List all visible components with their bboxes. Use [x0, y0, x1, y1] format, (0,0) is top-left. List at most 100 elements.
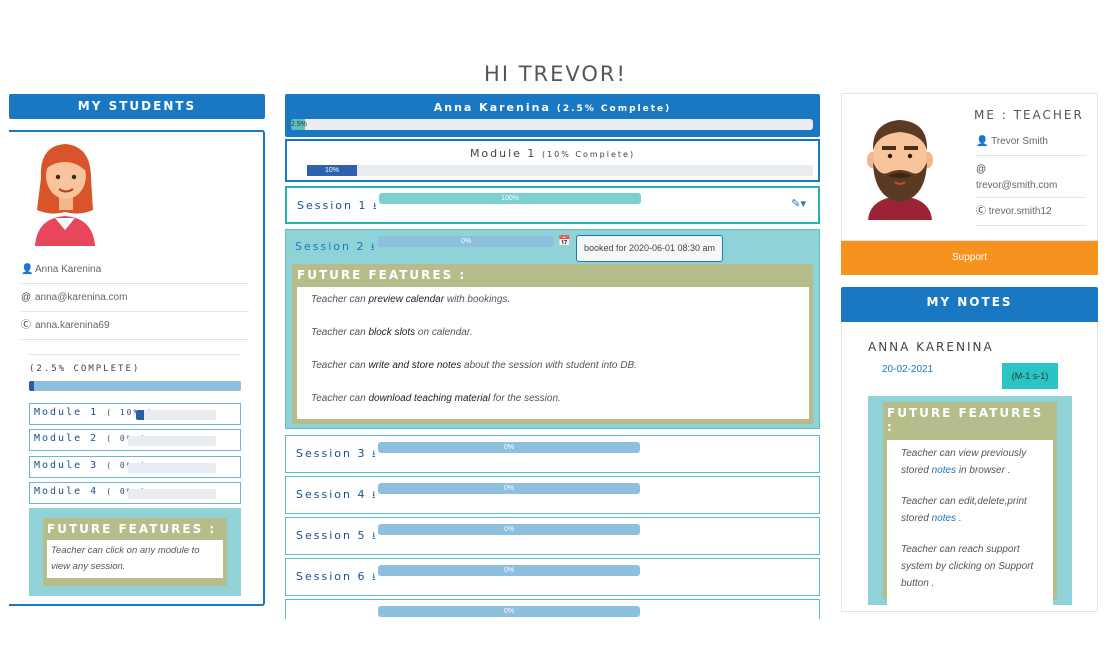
session-progress-bar: 0%: [378, 565, 640, 576]
session-name: Session 6: [296, 570, 367, 583]
download-icon[interactable]: ⭳: [371, 242, 377, 253]
session-row-2[interactable]: Session 2 ⭳ 0% 📅 booked for 2020-06-01 0…: [285, 229, 820, 429]
feature-text: Teacher can: [311, 327, 369, 338]
student-email-row: @ anna@karenina.com: [21, 284, 249, 312]
session-progress-bar: 0%: [378, 442, 640, 453]
at-icon: @: [976, 164, 987, 175]
future-features-title: FUTURE FEATURES :: [297, 268, 467, 282]
feature-text: on calendar.: [415, 327, 473, 338]
student-skype: anna.karenina69: [35, 320, 110, 331]
support-button[interactable]: Support: [841, 241, 1098, 275]
module-row-3[interactable]: Module 3 ( 0% ): [29, 456, 241, 478]
session-name: Session 1: [297, 199, 368, 212]
student-progress-fill: 2.5%: [291, 119, 307, 130]
student-progress-title: Anna Karenina (2.5% Complete): [285, 101, 820, 114]
user-icon: 👤: [21, 264, 34, 275]
session-label: Session 6 ⭳: [296, 570, 377, 587]
module-complete: (10% Complete): [541, 150, 636, 159]
note-student-name: ANNA KARENINA: [868, 340, 994, 354]
session-row-4[interactable]: Session 4 ⭳ 0%: [285, 476, 820, 514]
download-icon[interactable]: ⭳: [372, 490, 378, 501]
student-name: Anna Karenina: [35, 264, 102, 275]
module-progress-bar: [128, 489, 216, 499]
divider: [29, 354, 241, 355]
module-name: Module 3: [34, 460, 99, 471]
note-session-tag[interactable]: (M-1 s-1): [1002, 363, 1058, 389]
note-date-link[interactable]: 20-02-2021: [882, 364, 933, 375]
calendar-icon[interactable]: 📅: [558, 236, 570, 247]
teacher-name: Trevor Smith: [991, 136, 1048, 147]
future-feature-item: Teacher can write and store notes about …: [311, 359, 795, 373]
module-title: Module 1: [469, 147, 537, 160]
teacher-avatar: [867, 120, 933, 220]
download-icon[interactable]: ⭳: [372, 531, 378, 542]
feature-text: about the session with student into DB.: [461, 360, 637, 371]
session-row-5[interactable]: Session 5 ⭳ 0%: [285, 517, 820, 555]
student-name-row: 👤 Anna Karenina: [21, 256, 249, 284]
session-label: Session 4 ⭳: [296, 488, 377, 505]
module-progress-bar: 10%: [307, 165, 813, 176]
session-row-1[interactable]: Session 1 ⭳ 100% ✎▾: [285, 186, 820, 224]
session-progress-bar: 100%: [379, 193, 641, 204]
future-features-text: Teacher can click on any module to view …: [47, 540, 223, 578]
notes-link[interactable]: notes: [932, 465, 956, 476]
feature-text: Teacher can edit,delete,print stored: [901, 496, 1027, 524]
download-icon[interactable]: ⭳: [372, 449, 378, 460]
feature-emphasis: block slots: [368, 327, 416, 338]
session-name: Session 3: [296, 447, 367, 460]
module-row-1[interactable]: Module 1 ( 10% ): [29, 403, 241, 425]
feature-text: for the session.: [490, 393, 561, 404]
overall-progress-fill: [29, 381, 34, 391]
module-row-2[interactable]: Module 2 ( 0% ): [29, 429, 241, 451]
notes-future-features: FUTURE FEATURES : Teacher can view previ…: [868, 396, 1072, 605]
module-progress-bar: [136, 410, 216, 420]
session-name: Session 5: [296, 529, 367, 542]
session-label: Session 5 ⭳: [296, 529, 377, 546]
future-feature-item: Teacher can reach support system by clic…: [901, 544, 1034, 589]
session-row-7[interactable]: 0%: [285, 599, 820, 619]
module-progress-bar: [128, 463, 216, 473]
teacher-skype: trevor.smith12: [988, 206, 1052, 217]
skype-icon: Ⓒ: [21, 320, 31, 331]
session-label: Session 1 ⭳: [297, 199, 378, 216]
module-progress-fill: 10%: [307, 165, 357, 176]
module-name: Module 1: [34, 407, 99, 418]
student-avatar: [35, 144, 95, 246]
module-progress-card[interactable]: Module 1 (10% Complete) 10%: [285, 139, 820, 182]
notes-link[interactable]: notes: [932, 513, 956, 524]
future-features-title: FUTURE FEATURES :: [47, 522, 217, 536]
teacher-skype-row: Ⓒ trevor.smith12: [976, 200, 1086, 226]
me-teacher-title: ME : TEACHER: [974, 108, 1084, 122]
feature-text: Teacher can: [311, 393, 369, 404]
session-name: Session 4: [296, 488, 367, 501]
session-row-6[interactable]: Session 6 ⭳ 0%: [285, 558, 820, 596]
my-notes-header: MY NOTES: [841, 287, 1098, 322]
future-features-list: Teacher can view previously stored notes…: [887, 440, 1053, 605]
student-progress-bar: 2.5%: [291, 119, 813, 130]
download-icon[interactable]: ⭳: [373, 201, 379, 212]
student-panel: 👤 Anna Karenina @ anna@karenina.com Ⓒ an…: [9, 130, 265, 606]
future-features-title: FUTURE FEATURES :: [887, 406, 1044, 434]
session-progress-bar: 0%: [378, 483, 640, 494]
feature-emphasis: preview calendar: [368, 294, 445, 305]
overall-progress-label: (2.5% COMPLETE): [29, 364, 141, 374]
session-progress-bar: 0%: [378, 524, 640, 535]
feature-text: with bookings.: [444, 294, 511, 305]
module-row-4[interactable]: Module 4 ( 0% ): [29, 482, 241, 504]
module-progress-title: Module 1 (10% Complete): [287, 147, 818, 160]
module-progress-bar: [128, 436, 216, 446]
edit-icon[interactable]: ✎▾: [791, 197, 806, 210]
booking-badge: booked for 2020-06-01 08:30 am: [576, 235, 723, 262]
session-row-3[interactable]: Session 3 ⭳ 0%: [285, 435, 820, 473]
session-label: Session 2 ⭳: [295, 240, 376, 257]
teacher-card: ME : TEACHER 👤 Trevor Smith @ trevor@smi…: [841, 93, 1098, 241]
future-feature-item: Teacher can edit,delete,print stored not…: [901, 493, 1039, 527]
session-progress-bar: 0%: [378, 606, 640, 617]
future-feature-item: Teacher can preview calendar with bookin…: [311, 293, 795, 307]
download-icon[interactable]: ⭳: [372, 572, 378, 583]
module-name: Module 4: [34, 486, 99, 497]
module-name: Module 2: [34, 433, 99, 444]
notes-panel: ANNA KARENINA 20-02-2021 (M-1 s-1) FUTUR…: [841, 322, 1098, 612]
future-features-inner: FUTURE FEATURES : Teacher can view previ…: [883, 402, 1057, 605]
module-progress-fill: [136, 410, 144, 420]
